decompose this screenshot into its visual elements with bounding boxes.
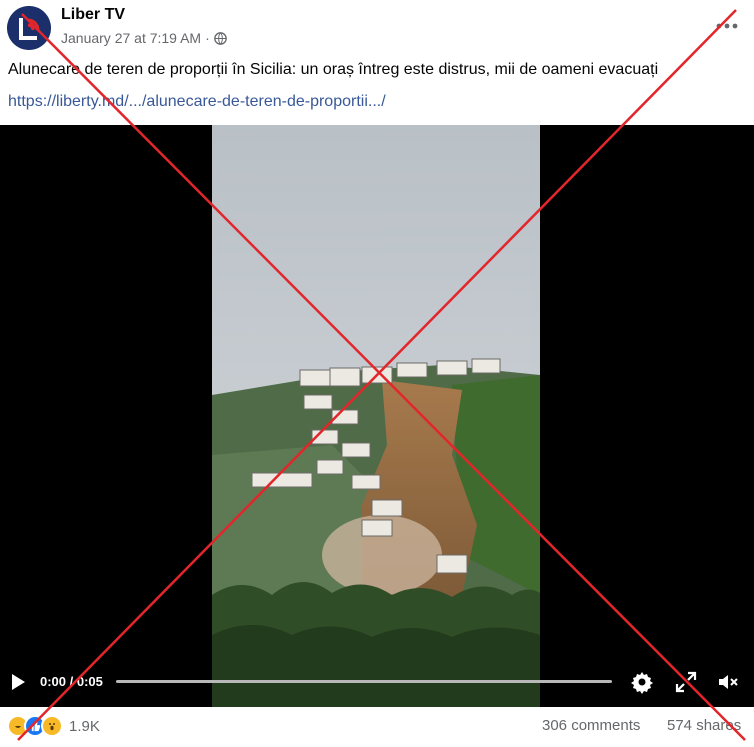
reaction-count[interactable]: 1.9K bbox=[69, 718, 100, 735]
play-button[interactable] bbox=[8, 672, 28, 692]
wow-icon bbox=[41, 715, 63, 737]
post-timestamp[interactable]: January 27 at 7:19 AM bbox=[61, 30, 201, 46]
more-dots-icon bbox=[716, 23, 738, 29]
shares-count[interactable]: 574 shares bbox=[667, 717, 741, 734]
video-controls: 0:00 / 0:05 bbox=[0, 664, 754, 700]
mute-button[interactable] bbox=[716, 670, 740, 694]
volume-muted-icon bbox=[719, 675, 738, 689]
settings-button[interactable] bbox=[630, 670, 654, 694]
page-avatar[interactable] bbox=[7, 6, 51, 50]
fullscreen-button[interactable] bbox=[674, 670, 698, 694]
post-meta: January 27 at 7:19 AM · bbox=[61, 30, 227, 46]
expand-icon bbox=[675, 671, 697, 693]
post-header: Liber TV January 27 at 7:19 AM · bbox=[0, 0, 754, 62]
reactions[interactable]: 1.9K bbox=[7, 715, 100, 737]
globe-icon bbox=[213, 31, 227, 45]
engagement-bar: 1.9K 306 comments 574 shares bbox=[0, 707, 754, 747]
play-icon bbox=[12, 674, 25, 690]
video-time: 0:00 / 0:05 bbox=[40, 674, 103, 689]
progress-bar[interactable] bbox=[116, 680, 612, 683]
comments-count[interactable]: 306 comments bbox=[542, 717, 640, 734]
gear-icon bbox=[631, 672, 653, 694]
meta-separator: · bbox=[205, 30, 210, 46]
more-options-button[interactable] bbox=[712, 14, 742, 38]
page-name[interactable]: Liber TV bbox=[61, 6, 125, 24]
video-frame bbox=[212, 125, 540, 707]
post-link[interactable]: https://liberty.md/.../alunecare-de-tere… bbox=[8, 93, 386, 111]
video-player[interactable]: 0:00 / 0:05 bbox=[0, 125, 754, 707]
post-message: Alunecare de teren de proporții în Sicil… bbox=[8, 61, 659, 78]
